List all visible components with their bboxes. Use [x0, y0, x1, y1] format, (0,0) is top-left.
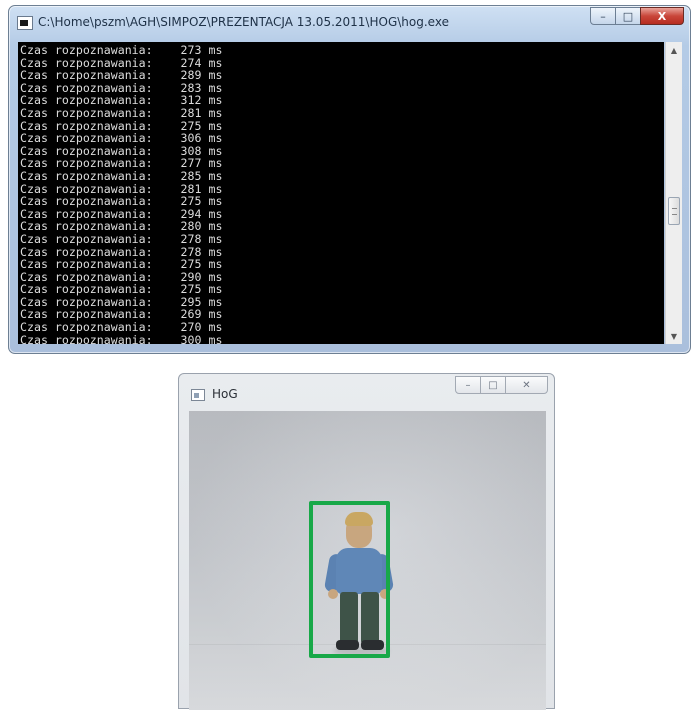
hog-app-icon[interactable] [191, 389, 205, 401]
console-caption-buttons: – □ X [590, 7, 684, 25]
hog-title: HoG [212, 387, 238, 401]
console-output[interactable]: Czas rozpoznawania: 273 ms Czas rozpozna… [18, 42, 664, 344]
detection-box [309, 501, 390, 658]
hog-maximize-button[interactable]: □ [480, 376, 506, 394]
scroll-down-arrow-icon[interactable]: ▼ [666, 328, 682, 344]
console-title: C:\Home\pszm\AGH\SIMPOZ\PREZENTACJA 13.0… [38, 15, 449, 29]
camera-frame [189, 411, 546, 710]
console-close-button[interactable]: X [640, 7, 684, 25]
console-line: Czas rozpoznawania: 300 ms [20, 332, 223, 344]
hog-caption-buttons: – □ ✕ [455, 376, 548, 394]
hog-window[interactable]: HoG – □ ✕ [178, 373, 555, 710]
hog-close-button[interactable]: ✕ [505, 376, 548, 394]
scroll-up-arrow-icon[interactable]: ▲ [666, 42, 682, 58]
hog-minimize-button[interactable]: – [455, 376, 481, 394]
console-app-icon[interactable] [17, 16, 33, 30]
scroll-thumb[interactable] [668, 197, 680, 225]
console-minimize-button[interactable]: – [590, 7, 616, 25]
console-maximize-button[interactable]: □ [615, 7, 641, 25]
console-window[interactable]: C:\Home\pszm\AGH\SIMPOZ\PREZENTACJA 13.0… [8, 5, 691, 354]
console-title-bar[interactable]: C:\Home\pszm\AGH\SIMPOZ\PREZENTACJA 13.0… [9, 6, 690, 40]
console-lines: Czas rozpoznawania: 273 ms Czas rozpozna… [20, 44, 222, 344]
console-scrollbar[interactable]: ▲ ▼ [665, 42, 682, 344]
